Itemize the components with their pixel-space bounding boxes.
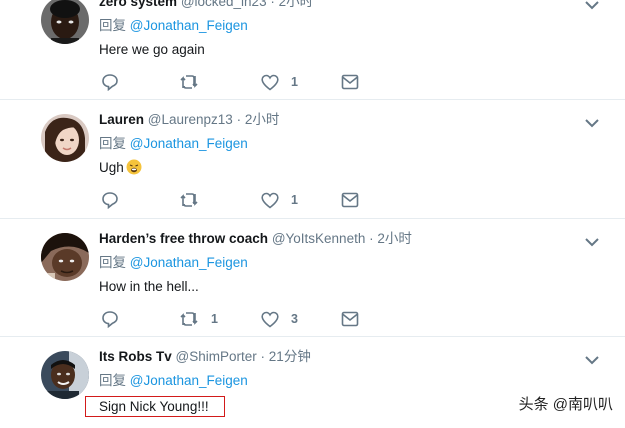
reply-context: 回复 @Jonathan_Feigen: [99, 372, 248, 390]
reply-label: 回复: [99, 136, 126, 151]
heart-icon: [261, 311, 279, 328]
tweet[interactable]: Lauren @Laurenpz13 · 2小时 回复 @Jonathan_Fe…: [0, 100, 625, 219]
like-button[interactable]: 1: [261, 72, 298, 92]
tweet-text: Here we go again: [99, 42, 205, 57]
chevron-down-icon[interactable]: [585, 0, 599, 10]
reply-icon: [102, 74, 118, 91]
tweet-text: Ugh: [99, 159, 142, 177]
like-button[interactable]: 3: [261, 309, 298, 329]
display-name[interactable]: zero system: [99, 0, 177, 9]
separator-dot: ·: [369, 231, 374, 246]
retweet-count: 1: [211, 312, 218, 326]
like-button[interactable]: 1: [261, 190, 298, 210]
avatar[interactable]: [41, 351, 89, 399]
avatar[interactable]: [41, 233, 89, 281]
separator-dot: ·: [260, 349, 266, 364]
reply-icon: [102, 192, 118, 209]
reply-icon: [102, 311, 118, 328]
retweet-icon: [180, 75, 198, 89]
direct-message-button[interactable]: [341, 72, 359, 92]
reply-context: 回复 @Jonathan_Feigen: [99, 254, 248, 272]
reply-button[interactable]: [101, 309, 119, 329]
mention-link[interactable]: @Jonathan_Feigen: [130, 255, 248, 270]
username[interactable]: @YoItsKenneth: [272, 231, 366, 246]
weary-face-emoji-icon: [126, 159, 142, 175]
reply-thread: zero system @locked_in23 · 2小时 回复 @Jonat…: [0, 0, 625, 428]
display-name[interactable]: Lauren: [99, 112, 144, 127]
display-name[interactable]: Harden’s free throw coach: [99, 231, 268, 246]
chevron-down-icon[interactable]: [585, 352, 599, 365]
envelope-icon: [341, 74, 359, 90]
chevron-down-icon[interactable]: [585, 115, 599, 128]
avatar[interactable]: [41, 0, 89, 44]
reply-context: 回复 @Jonathan_Feigen: [99, 135, 248, 153]
heart-icon: [261, 192, 279, 209]
direct-message-button[interactable]: [341, 190, 359, 210]
tweet-text-content: Ugh: [99, 160, 124, 175]
tweet-header: Harden’s free throw coach @YoItsKenneth …: [99, 230, 412, 248]
like-count: 3: [291, 312, 298, 326]
heart-icon: [261, 74, 279, 91]
tweet-header: zero system @locked_in23 · 2小时: [99, 0, 313, 11]
mention-link[interactable]: @Jonathan_Feigen: [130, 136, 248, 151]
envelope-icon: [341, 192, 359, 208]
timestamp[interactable]: 21分钟: [269, 349, 311, 364]
mention-link[interactable]: @Jonathan_Feigen: [130, 373, 248, 388]
retweet-button[interactable]: [179, 190, 211, 210]
tweet[interactable]: zero system @locked_in23 · 2小时 回复 @Jonat…: [0, 0, 625, 100]
timestamp[interactable]: 2小时: [245, 112, 280, 127]
tweet[interactable]: Harden’s free throw coach @YoItsKenneth …: [0, 219, 625, 337]
reply-label: 回复: [99, 255, 126, 270]
reply-label: 回复: [99, 373, 126, 388]
envelope-icon: [341, 311, 359, 327]
reply-button[interactable]: [101, 72, 119, 92]
retweet-button[interactable]: 1: [179, 309, 218, 329]
timestamp[interactable]: 2小时: [279, 0, 314, 9]
watermark-text: 头条 @南叭叭: [518, 396, 613, 413]
username[interactable]: @Laurenpz13: [148, 112, 233, 127]
reply-button[interactable]: [101, 190, 119, 210]
tweet-text: How in the hell...: [99, 279, 199, 294]
timestamp[interactable]: 2小时: [377, 231, 412, 246]
tweet-text: Sign Nick Young!!!: [99, 399, 209, 414]
direct-message-button[interactable]: [341, 309, 359, 329]
retweet-button[interactable]: [179, 72, 211, 92]
username[interactable]: @ShimPorter: [176, 349, 257, 364]
tweet-header: Its Robs Tv @ShimPorter · 21分钟: [99, 348, 311, 366]
like-count: 1: [291, 75, 298, 89]
tweet-header: Lauren @Laurenpz13 · 2小时: [99, 111, 279, 129]
username[interactable]: @locked_in23: [181, 0, 267, 9]
avatar[interactable]: [41, 114, 89, 162]
retweet-icon: [180, 312, 198, 326]
separator-dot: ·: [236, 112, 242, 127]
retweet-icon: [180, 193, 198, 207]
reply-label: 回复: [99, 18, 126, 33]
display-name[interactable]: Its Robs Tv: [99, 349, 172, 364]
chevron-down-icon[interactable]: [585, 234, 599, 247]
tweet[interactable]: Its Robs Tv @ShimPorter · 21分钟 回复 @Jonat…: [0, 337, 625, 428]
like-count: 1: [291, 193, 298, 207]
mention-link[interactable]: @Jonathan_Feigen: [130, 18, 248, 33]
separator-dot: ·: [270, 0, 275, 9]
reply-context: 回复 @Jonathan_Feigen: [99, 17, 248, 35]
